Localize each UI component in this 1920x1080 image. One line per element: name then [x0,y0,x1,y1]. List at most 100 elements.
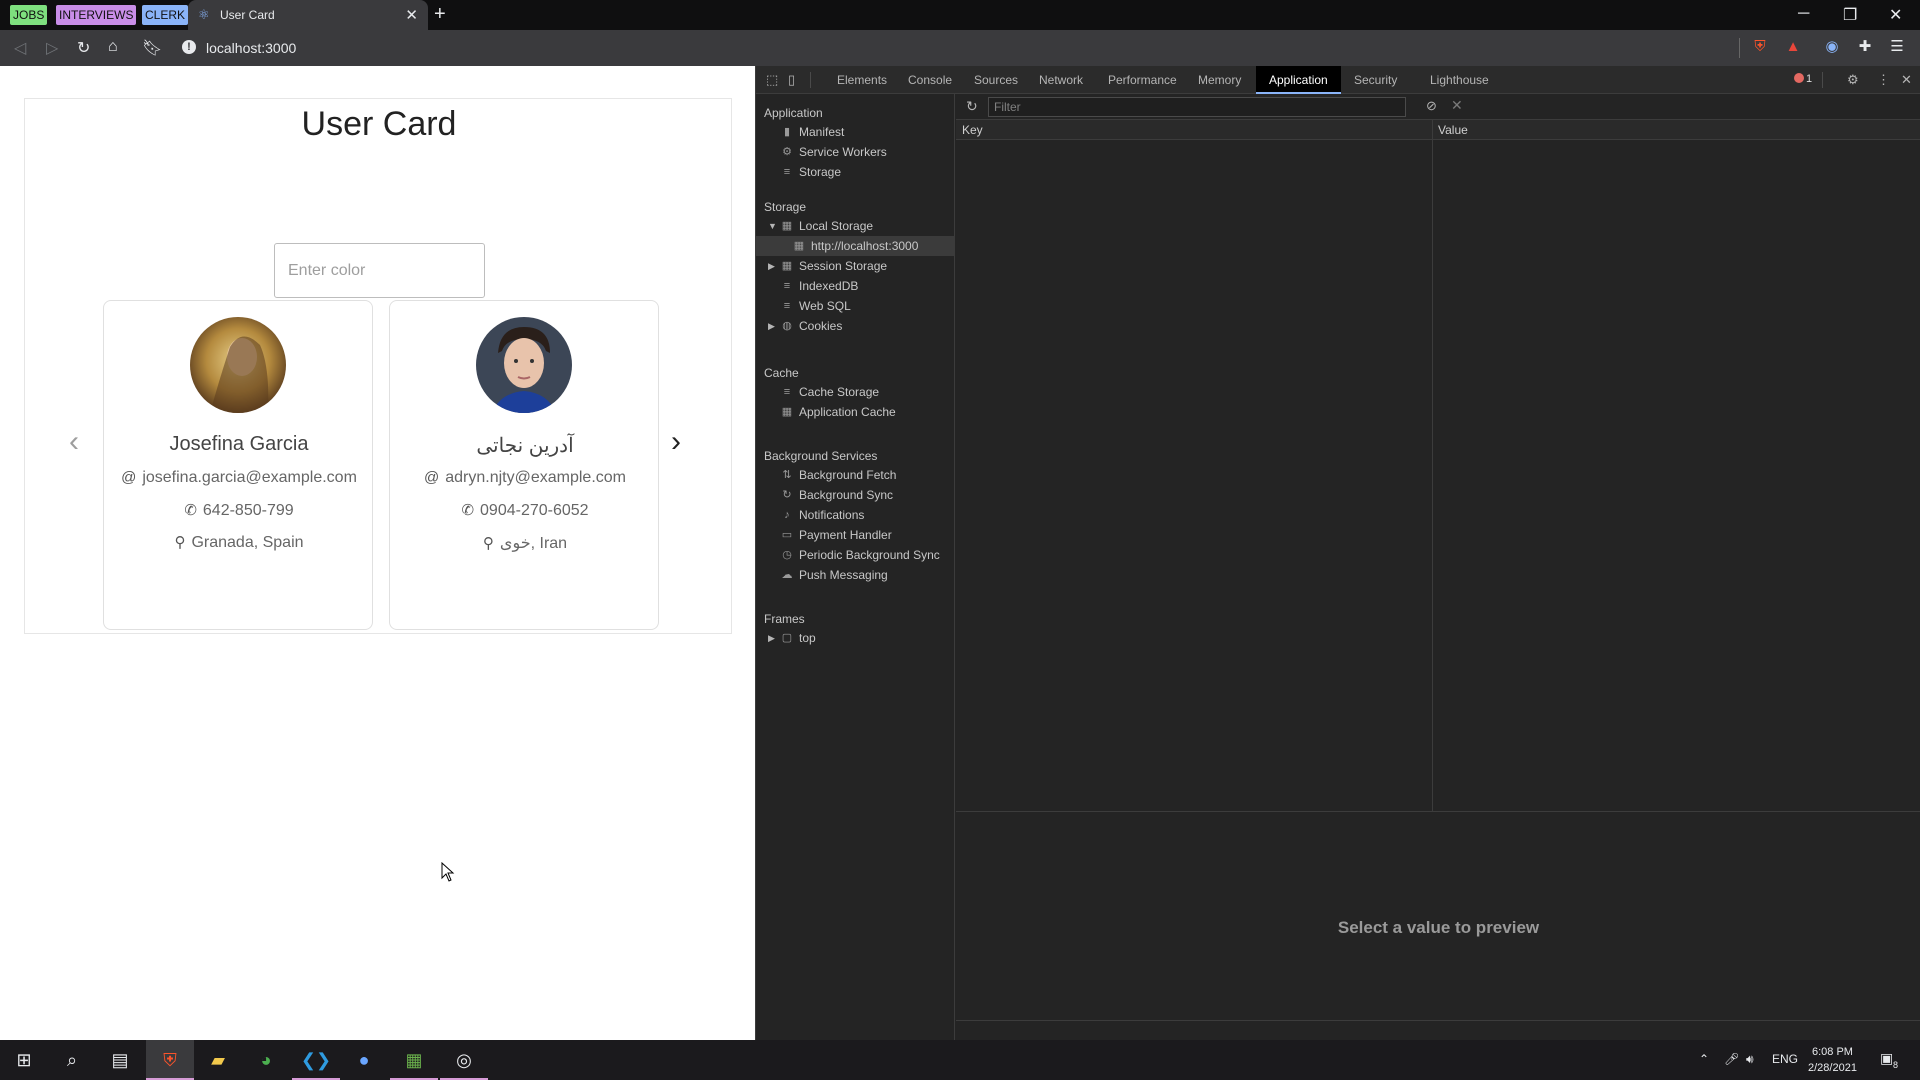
color-input[interactable] [274,243,485,298]
sidebar-item-label: Cookies [799,319,843,333]
site-info-icon[interactable]: ! [182,40,196,54]
sidebar-item-manifest[interactable]: ▮ Manifest [756,122,955,142]
sidebar-item-session-storage[interactable]: ▶ ▦ Session Storage [756,256,955,276]
language-indicator[interactable]: ENG [1772,1052,1798,1066]
tab-elements[interactable]: Elements [831,66,893,94]
gear-icon: ⚙ [782,146,792,158]
card-email: adryn.njty@example.com [445,469,626,486]
chevron-left-icon[interactable]: ‹ [69,425,79,459]
sidebar-item-local-storage[interactable]: ▼ ▦ Local Storage [756,216,955,236]
storage-view: ↻ ⊘ ✕ Key Value Select a value to previe… [956,94,1920,1040]
database-icon: ≡ [783,300,791,312]
close-window-button[interactable]: ✕ [1889,5,1902,25]
sidebar-item-frame-top[interactable]: ▶ ▢ top [756,628,955,648]
volume-icon[interactable]: 🔊︎ [1746,1052,1754,1067]
sidebar-item-periodic-background-sync[interactable]: ◷ Periodic Background Sync [756,545,955,565]
close-tab-icon[interactable]: ✕ [405,6,418,24]
extensions-puzzle-icon[interactable]: ✚ [1856,38,1874,56]
device-toolbar-icon[interactable]: ▯ [788,72,795,88]
menu-icon[interactable]: ☰ [1888,38,1906,56]
tab-security[interactable]: Security [1348,66,1403,94]
chat-app-icon[interactable]: ● [340,1040,388,1080]
column-header-value[interactable]: Value [1438,123,1468,137]
brave-rewards-icon[interactable]: ▲ [1784,38,1802,56]
bookmark-interviews[interactable]: INTERVIEWS [56,5,137,25]
error-count-badge[interactable]: 1 [1794,73,1812,85]
microphone-icon[interactable]: 🎤︎ [1724,1052,1739,1066]
brave-shields-icon[interactable]: ⛨ [1751,38,1769,56]
kebab-menu-icon[interactable]: ⋮ [1877,72,1890,88]
delete-selected-icon[interactable]: ✕ [1451,97,1463,114]
file-explorer-icon[interactable]: ▰ [194,1040,242,1080]
tab-memory[interactable]: Memory [1192,66,1247,94]
column-divider[interactable] [1432,120,1433,812]
extension-icon[interactable]: ◉ [1823,38,1841,56]
windows-taskbar: ⊞ ⌕ ▤ ⛨ ▰ ◕ ❮❯ ● ▦ ◎ ⌃ 🎤︎ 🔊︎ ENG 6:08 PM… [0,1040,1920,1080]
tab-lighthouse[interactable]: Lighthouse [1424,66,1495,94]
minimize-button[interactable]: ─ [1798,5,1809,23]
notification-center-icon[interactable]: ▣ [1880,1050,1893,1067]
bookmark-clerk[interactable]: CLERK [142,5,189,25]
user-card-container: User Card ‹ › [24,98,732,634]
inspect-element-icon[interactable]: ⬚ [766,72,778,88]
sidebar-item-cookies[interactable]: ▶ ◍ Cookies [756,316,955,336]
sidebar-item-application-cache[interactable]: ▦ Application Cache [756,402,955,422]
sidebar-item-indexeddb[interactable]: ≡ IndexedDB [756,276,955,296]
bookmark-icon[interactable]: 🔖︎ [142,38,162,58]
sidebar-item-label: Notifications [799,508,865,522]
avatar [190,317,286,413]
sidebar-item-cache-storage[interactable]: ≡ Cache Storage [756,382,955,402]
search-icon[interactable]: ⌕ [48,1040,96,1080]
new-tab-button[interactable]: + [434,3,446,26]
sidebar-item-background-sync[interactable]: ↻ Background Sync [756,485,955,505]
brave-browser-icon[interactable]: ⛨ [146,1040,194,1080]
home-button[interactable]: ⌂ [108,38,118,56]
grid-icon: ▦ [781,260,793,272]
caret-right-icon[interactable]: ▶ [768,256,775,276]
user-card: آدرین نجاتی @ adryn.njty@example.com ✆ 090… [389,300,659,630]
tab-console[interactable]: Console [902,66,958,94]
tab-user-card[interactable]: ⚛ User Card ✕ [188,0,428,30]
card-location: Granada, Spain [191,534,304,551]
sidebar-item-storage[interactable]: ≡ Storage [756,162,955,182]
gear-icon[interactable]: ⚙ [1847,72,1859,88]
chrome-icon[interactable]: ◕ [242,1040,290,1080]
obs-icon[interactable]: ◎ [440,1040,488,1080]
sidebar-item-push-messaging[interactable]: ☁ Push Messaging [756,565,955,585]
back-button[interactable]: ◁ [14,38,26,58]
sidebar-item-background-fetch[interactable]: ⇅ Background Fetch [756,465,955,485]
close-icon[interactable]: ✕ [1901,72,1912,88]
spreadsheet-app-icon[interactable]: ▦ [390,1040,438,1080]
tab-sources[interactable]: Sources [968,66,1024,94]
reload-button[interactable]: ↻ [77,38,90,58]
chevron-right-icon[interactable]: › [671,425,681,459]
sidebar-item-label: http://localhost:3000 [811,239,919,253]
caret-right-icon[interactable]: ▶ [768,316,775,336]
task-view-icon[interactable]: ▤ [96,1040,144,1080]
caret-right-icon[interactable]: ▶ [768,628,775,648]
sidebar-item-websql[interactable]: ≡ Web SQL [756,296,955,316]
sidebar-item-label: Service Workers [799,145,887,159]
forward-button[interactable]: ▷ [46,38,58,58]
clock[interactable]: 6:08 PM 2/28/2021 [1808,1044,1857,1076]
sidebar-item-notifications[interactable]: ♪ Notifications [756,505,955,525]
column-header-key[interactable]: Key [962,123,983,137]
bookmark-jobs[interactable]: JOBS [10,5,48,25]
restore-button[interactable]: ❐ [1843,5,1857,25]
tab-application[interactable]: Application [1256,66,1341,94]
url-field[interactable]: localhost:3000 [206,40,296,56]
sidebar-item-service-workers[interactable]: ⚙ Service Workers [756,142,955,162]
clear-all-icon[interactable]: ⊘ [1426,98,1437,114]
chevron-up-icon[interactable]: ⌃ [1699,1052,1709,1066]
refresh-icon[interactable]: ↻ [966,98,978,115]
windows-start-icon[interactable]: ⊞ [0,1040,48,1080]
sidebar-item-payment-handler[interactable]: ▭ Payment Handler [756,525,955,545]
vscode-icon[interactable]: ❮❯ [292,1040,340,1080]
filter-input[interactable] [988,97,1406,117]
database-icon: ≡ [783,386,791,398]
tab-performance[interactable]: Performance [1102,66,1183,94]
section-frames: Frames [764,612,805,626]
caret-down-icon[interactable]: ▼ [768,216,777,236]
tab-network[interactable]: Network [1033,66,1089,94]
sidebar-item-localhost-origin[interactable]: ▦ http://localhost:3000 [756,236,955,256]
